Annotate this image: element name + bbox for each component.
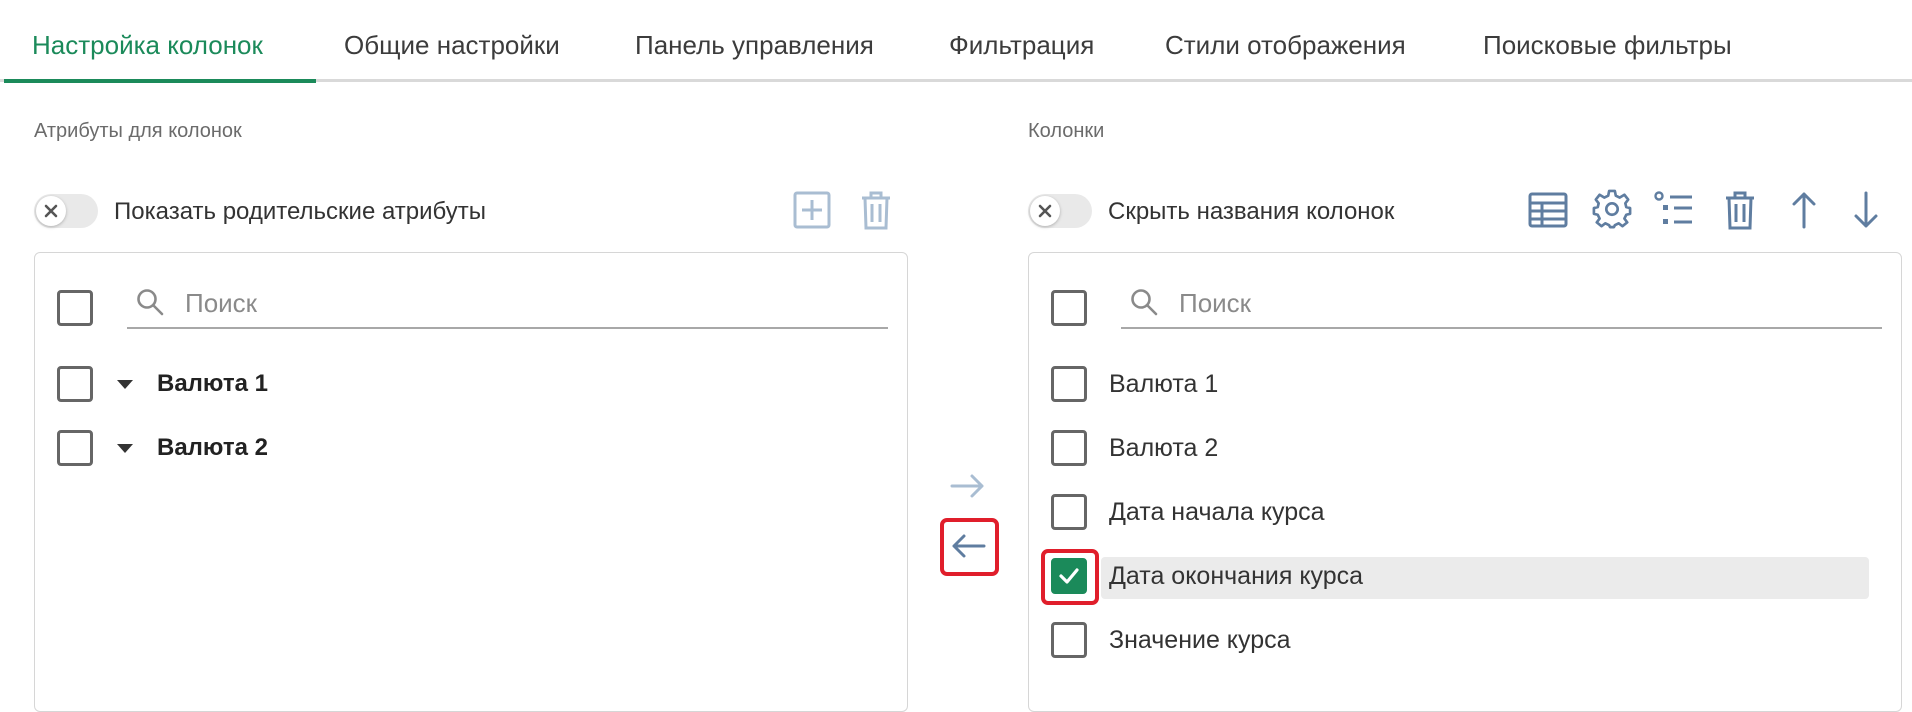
tab-column-settings[interactable]: Настройка колонок [32,30,263,61]
column-checkbox-checked[interactable] [1051,558,1087,594]
attribute-item-label: Валюта 1 [157,370,268,397]
arrow-right-icon [950,474,984,498]
select-all-attributes-checkbox[interactable] [57,290,93,326]
columns-search [1121,281,1882,329]
delete-attribute-button[interactable] [856,188,896,232]
expand-caret-icon[interactable] [117,380,133,389]
arrow-down-icon [1854,191,1878,228]
gear-icon [1592,189,1632,229]
trash-icon [1726,191,1754,230]
toggle-knob [1030,196,1060,226]
list-settings-button[interactable] [1654,188,1694,232]
toggle-knob [36,196,66,226]
column-checkbox[interactable] [1051,366,1087,402]
show-parent-attributes-label: Показать родительские атрибуты [114,198,486,225]
arrow-left-icon [952,534,986,558]
search-icon [137,289,164,316]
right-section-label: Колонки [1028,120,1105,142]
hide-column-names-label: Скрыть названия колонок [1108,198,1395,225]
column-checkbox[interactable] [1051,494,1087,530]
expand-caret-icon[interactable] [117,444,133,453]
column-item-label: Валюта 1 [1109,370,1219,398]
tab-display-styles[interactable]: Стили отображения [1165,30,1406,61]
move-to-columns-button[interactable] [948,464,988,508]
tab-control-panel[interactable]: Панель управления [635,30,874,61]
move-column-up-button[interactable] [1784,188,1824,232]
attributes-search-input[interactable] [185,281,685,325]
tab-general-settings[interactable]: Общие настройки [344,30,560,61]
left-section-label: Атрибуты для колонок [34,120,242,142]
table-view-button[interactable] [1528,188,1568,232]
column-checkbox[interactable] [1051,430,1087,466]
select-all-columns-checkbox[interactable] [1051,290,1087,326]
move-to-attributes-button[interactable] [948,524,988,568]
active-tab-indicator [4,79,316,83]
show-parent-attributes-toggle[interactable] [34,194,98,228]
close-icon [44,204,58,218]
checkmark-icon [1059,568,1079,584]
column-item-label: Значение курса [1109,626,1291,654]
attribute-checkbox[interactable] [57,430,93,466]
trash-icon [862,191,890,230]
attributes-panel: Валюта 1 Валюта 2 [34,252,908,712]
tab-filtering[interactable]: Фильтрация [949,30,1094,61]
tab-search-filters[interactable]: Поисковые фильтры [1483,30,1732,61]
columns-search-input[interactable] [1179,281,1679,325]
arrow-up-icon [1792,192,1816,229]
search-icon [1131,289,1158,316]
column-settings-button[interactable] [1592,188,1632,232]
table-icon [1528,192,1568,228]
tab-bar: Настройка колонок Общие настройки Панель… [0,0,1912,83]
attribute-item-label: Валюта 2 [157,434,268,461]
move-column-down-button[interactable] [1846,188,1886,232]
list-settings-icon [1654,191,1692,224]
column-item-label: Дата начала курса [1109,498,1325,526]
delete-column-button[interactable] [1720,188,1760,232]
add-attribute-button[interactable] [792,188,832,232]
attributes-search [127,281,888,329]
close-icon [1038,204,1052,218]
hide-column-names-toggle[interactable] [1028,194,1092,228]
plus-box-icon [793,191,831,229]
column-checkbox[interactable] [1051,622,1087,658]
column-item-label: Валюта 2 [1109,434,1219,462]
column-item-label: Дата окончания курса [1109,562,1364,590]
attribute-checkbox[interactable] [57,366,93,402]
columns-panel: Валюта 1 Валюта 2 Дата начала курса Дата… [1028,252,1902,712]
